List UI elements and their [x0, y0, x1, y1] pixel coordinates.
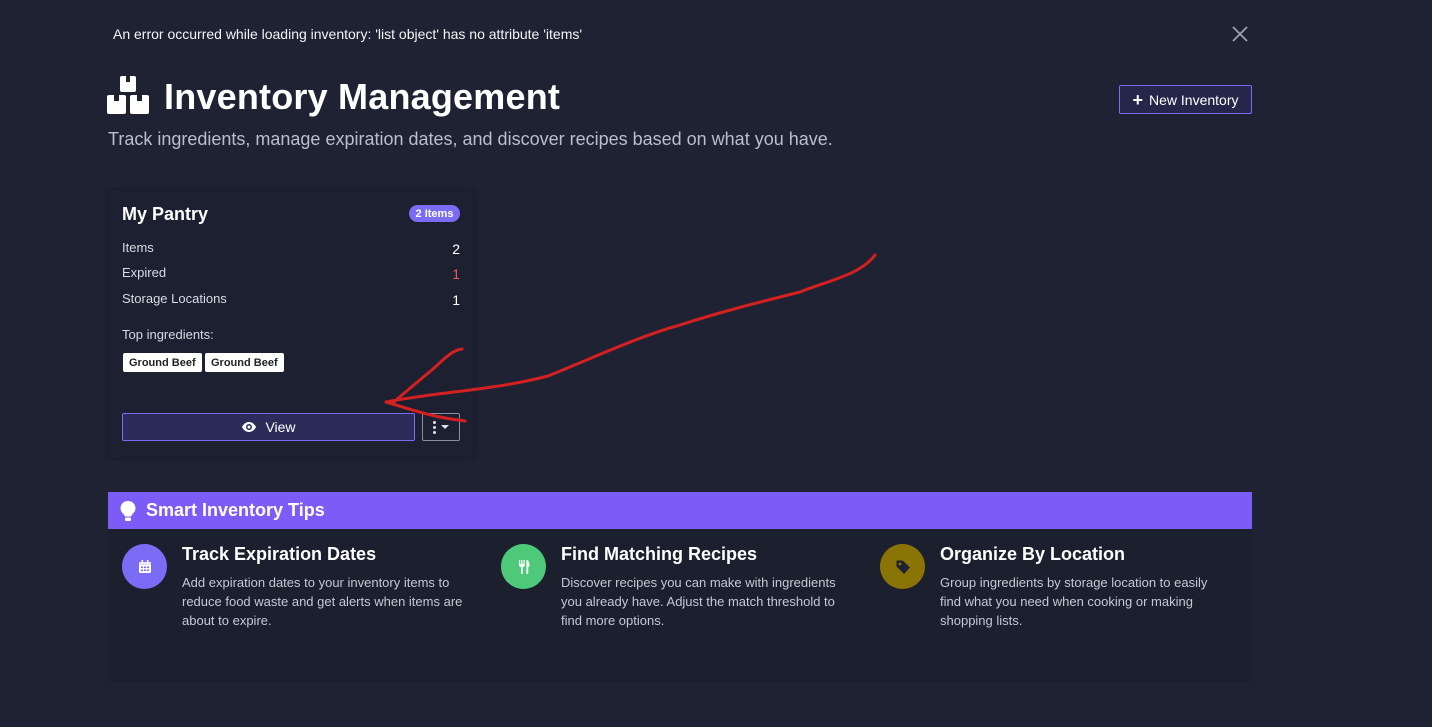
page-title: Inventory Management	[164, 76, 561, 117]
tips-title: Smart Inventory Tips	[146, 500, 325, 520]
tip-description: Add expiration dates to your inventory i…	[182, 575, 463, 628]
close-alert-button[interactable]	[1230, 24, 1250, 44]
inventory-card-title: My Pantry	[122, 204, 209, 224]
plus-icon: +	[1132, 89, 1144, 110]
view-button[interactable]: View	[122, 413, 415, 441]
stat-label-storage: Storage Locations	[122, 291, 227, 306]
stat-label-expired: Expired	[122, 265, 167, 280]
inventory-card: My Pantry 2 Items Items 2 Expired 1 Stor…	[108, 190, 474, 458]
tips-section: Smart Inventory Tips Track Expiration Da…	[108, 492, 1252, 682]
stat-value-expired: 1	[452, 266, 460, 282]
tip-description: Discover recipes you can make with ingre…	[561, 575, 836, 628]
ingredient-chip: Ground Beef	[123, 353, 202, 372]
page-subtitle: Track ingredients, manage expiration dat…	[108, 129, 833, 149]
view-button-label: View	[265, 419, 296, 435]
boxes-icon	[107, 76, 149, 114]
new-inventory-button[interactable]: + New Inventory	[1119, 85, 1252, 114]
top-ingredients-label: Top ingredients:	[122, 327, 214, 342]
stat-value-items: 2	[452, 241, 460, 257]
tag-icon	[880, 544, 925, 589]
tip-title: Find Matching Recipes	[561, 544, 758, 564]
calendar-icon	[122, 544, 167, 589]
close-icon	[1232, 26, 1248, 42]
vertical-dots-icon	[433, 420, 436, 434]
stat-value-storage: 1	[452, 292, 460, 308]
item-count-badge: 2 Items	[409, 205, 460, 222]
tip-title: Organize By Location	[940, 544, 1126, 564]
lightbulb-icon	[120, 500, 136, 521]
more-options-dropdown[interactable]	[422, 413, 460, 441]
stat-label-items: Items	[122, 240, 154, 255]
utensils-icon	[501, 544, 546, 589]
tips-header: Smart Inventory Tips	[108, 492, 1252, 529]
eye-icon	[242, 422, 257, 432]
chevron-down-icon	[441, 425, 449, 429]
tip-description: Group ingredients by storage location to…	[940, 575, 1208, 628]
ingredient-chip: Ground Beef	[205, 353, 284, 372]
error-alert-message: An error occurred while loading inventor…	[113, 26, 583, 42]
tip-title: Track Expiration Dates	[182, 544, 377, 564]
new-inventory-label: New Inventory	[1149, 91, 1239, 108]
